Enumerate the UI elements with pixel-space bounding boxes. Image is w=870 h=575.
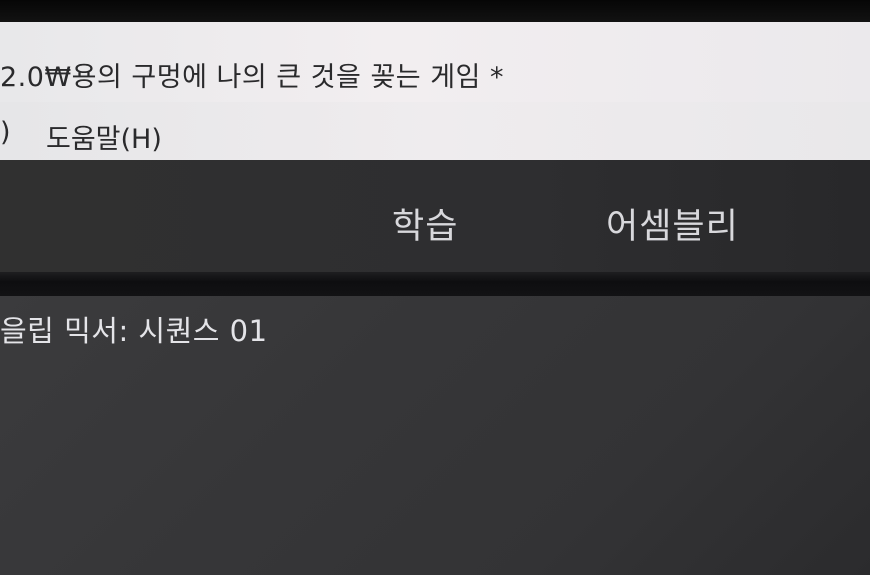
menu-item-partial[interactable]: ) <box>0 117 11 148</box>
panel-divider <box>0 272 870 296</box>
nav-tab-assembly[interactable]: 어셈블리 <box>606 198 739 249</box>
title-bar: 2.0₩용의 구멍에 나의 큰 것을 꽂는 게임 * <box>0 22 870 102</box>
nav-tab-learning[interactable]: 학습 <box>392 198 458 249</box>
window-title: 2.0₩용의 구멍에 나의 큰 것을 꽂는 게임 * <box>0 62 504 93</box>
monitor-bezel <box>0 0 870 22</box>
workspace-nav: 학습 어셈블리 <box>0 160 870 272</box>
screen-frame: 2.0₩용의 구멍에 나의 큰 것을 꽂는 게임 * ) 도움말(H) 학습 어… <box>0 0 870 575</box>
menu-item-help[interactable]: 도움말(H) <box>46 117 162 156</box>
panel-title: 을립 믹서: 시퀀스 01 <box>0 314 268 348</box>
main-panel: 을립 믹서: 시퀀스 01 <box>0 296 870 575</box>
menu-bar: ) 도움말(H) <box>0 102 870 161</box>
